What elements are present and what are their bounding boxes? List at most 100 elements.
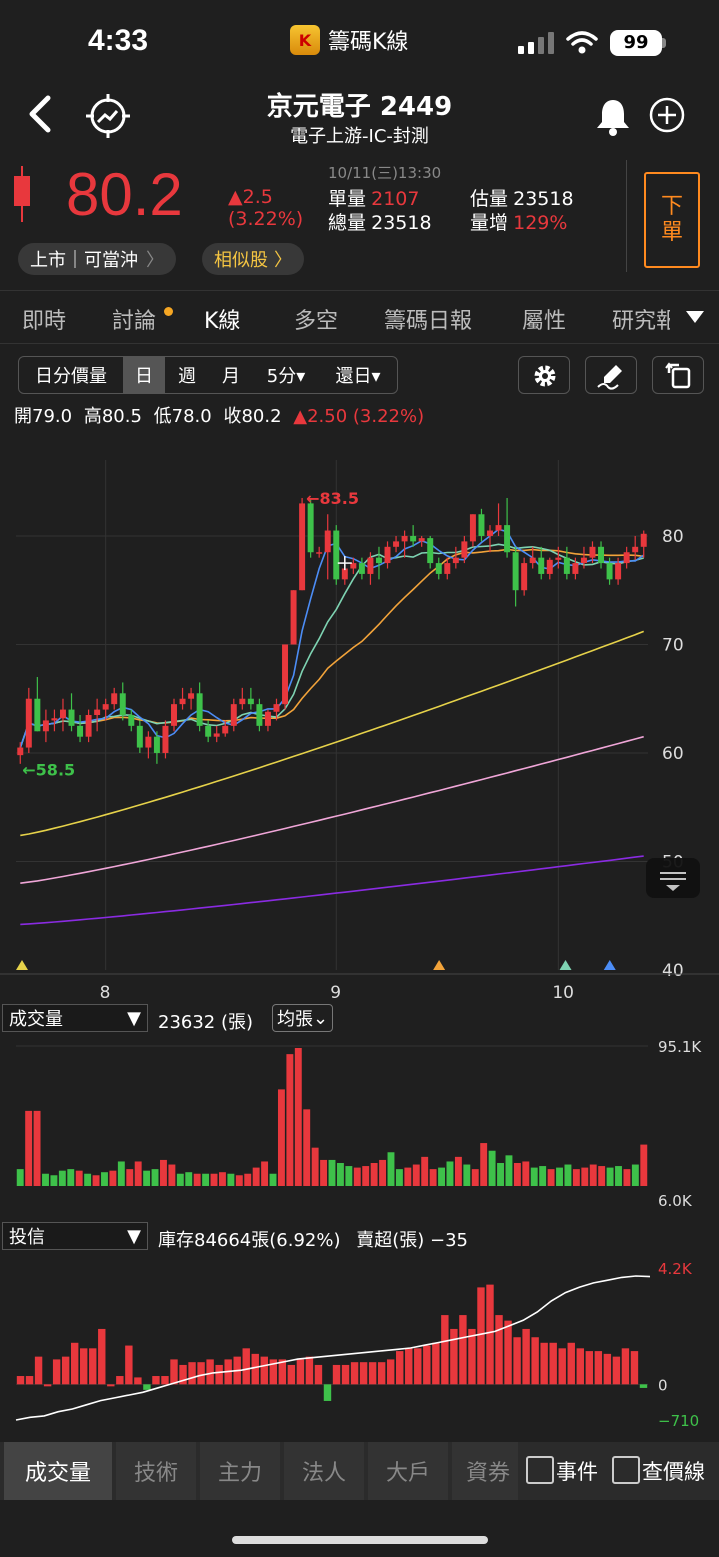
trust-bar <box>125 1345 133 1385</box>
candle-icon <box>14 166 30 222</box>
settings-button[interactable] <box>518 356 570 394</box>
trust-bar <box>477 1287 485 1385</box>
market-status-pill[interactable]: 上市｜可當沖 〉 <box>18 243 176 275</box>
trust-bar <box>314 1364 323 1385</box>
trust-bar <box>441 1315 449 1385</box>
candle-body <box>367 557 374 574</box>
candle-body <box>119 693 126 715</box>
period-intraday[interactable]: 日分價量 <box>19 357 123 393</box>
order-button[interactable]: 下 單 <box>644 172 700 268</box>
trust-bar <box>89 1348 97 1385</box>
volume-bar <box>33 1110 41 1186</box>
event-marker-icon <box>603 960 616 970</box>
period-5min[interactable]: 5分▾ <box>253 357 319 393</box>
indicator-tab-margin[interactable]: 資券 <box>452 1442 518 1500</box>
trust-chart[interactable]: 4.2K 0 −710 <box>0 1254 719 1434</box>
trust-bar <box>197 1362 205 1385</box>
volume-bar <box>244 1173 252 1186</box>
kline-chart[interactable]: 80706050408910←83.5←58.5 <box>0 430 719 1000</box>
volume-bar <box>294 1048 302 1186</box>
candle-body <box>188 693 195 699</box>
trust-bar <box>585 1351 594 1385</box>
volume-bar <box>185 1172 193 1186</box>
add-watchlist-icon[interactable] <box>648 96 686 134</box>
candle-body <box>77 725 84 737</box>
volume-bar <box>143 1170 151 1186</box>
tab-research[interactable]: 研究報 <box>612 303 670 335</box>
y-tick-label: 4.2K <box>658 1260 693 1278</box>
draw-button[interactable] <box>585 356 637 394</box>
trust-bar <box>323 1384 332 1401</box>
trust-bar <box>386 1359 395 1385</box>
volume-bar <box>429 1169 437 1186</box>
volume-bar <box>92 1175 100 1186</box>
events-label: 事件 <box>556 1460 598 1484</box>
indicator-tab-main-force[interactable]: 主力 <box>200 1442 280 1500</box>
volume-bar <box>252 1167 260 1186</box>
rotate-button[interactable] <box>652 356 704 394</box>
volume-bar <box>50 1175 58 1186</box>
volume-bar <box>379 1159 387 1186</box>
chevron-right-icon: 〉 <box>274 250 292 271</box>
price-change: ▲2.5 (3.22%) <box>228 186 303 230</box>
indicator-tab-technical[interactable]: 技術 <box>116 1442 196 1500</box>
price-line-label: 查價線 <box>642 1460 705 1484</box>
period-month[interactable]: 月 <box>209 357 253 393</box>
tab-bull-bear[interactable]: 多空 <box>294 303 338 335</box>
trust-bar <box>377 1362 386 1385</box>
y-tick-label: 0 <box>658 1376 668 1394</box>
volume-bar <box>572 1169 580 1186</box>
more-tabs-icon[interactable] <box>684 309 706 325</box>
tab-attributes[interactable]: 屬性 <box>522 303 566 335</box>
est-volume: 估量 23518 <box>470 184 574 211</box>
volume-indicator-label: 成交量 <box>9 1009 63 1030</box>
volume-bar <box>58 1170 66 1186</box>
trust-bar <box>558 1348 566 1385</box>
candle-body <box>17 747 24 756</box>
high-value: 80.5 <box>101 406 142 427</box>
volume-bar <box>505 1155 513 1186</box>
volume-indicator-select[interactable]: 成交量 ▼ <box>2 1004 148 1032</box>
volume-info: 23632 (張) <box>158 1012 254 1033</box>
avg-volume-toggle[interactable]: 均張 ⌄ <box>272 1004 334 1032</box>
trust-bar <box>405 1348 413 1385</box>
tab-realtime[interactable]: 即時 <box>22 303 66 335</box>
total-volume-value: 23518 <box>371 212 432 234</box>
candle-body <box>452 557 459 564</box>
chart-drag-handle[interactable] <box>646 858 700 898</box>
volume-bar <box>67 1169 75 1186</box>
bell-icon[interactable] <box>592 96 634 138</box>
candle-body <box>290 590 297 645</box>
volume-bar <box>16 1169 24 1186</box>
period-week[interactable]: 週 <box>165 357 209 393</box>
tab-discussion[interactable]: 討論 <box>112 303 156 335</box>
candle-body <box>572 563 579 574</box>
indicator-tab-big-holders[interactable]: 大戶 <box>368 1442 448 1500</box>
tab-kline[interactable]: K線 <box>204 303 240 335</box>
chevron-right-icon: 〉 <box>146 250 164 271</box>
high-label: 高 <box>83 406 102 427</box>
trust-holdings: 庫存84664張(6.92%) 賣超(張) −35 <box>158 1226 468 1252</box>
volume-bar <box>151 1169 159 1186</box>
similar-stocks-pill[interactable]: 相似股 〉 <box>202 243 304 275</box>
indicator-tab-volume[interactable]: 成交量 <box>4 1442 112 1500</box>
volume-bar <box>556 1167 563 1186</box>
events-checkbox[interactable] <box>526 1456 554 1484</box>
candle-body <box>504 525 511 553</box>
volume-bar <box>353 1167 361 1186</box>
indicator-tab-institutional[interactable]: 法人 <box>284 1442 364 1500</box>
period-day[interactable]: 日 <box>123 357 165 393</box>
volume-bar <box>210 1173 218 1186</box>
candle-body <box>393 541 400 547</box>
volume-bar <box>160 1159 167 1186</box>
institution-select[interactable]: 投信 ▼ <box>2 1222 148 1250</box>
volume-chart[interactable]: 95.1K 6.0K <box>0 1036 719 1216</box>
tab-chip-daily[interactable]: 籌碼日報 <box>384 303 472 335</box>
volume-bar <box>631 1164 639 1186</box>
adjust-restore[interactable]: 還日▾ <box>319 357 397 393</box>
candle-body <box>632 546 639 553</box>
volume-bar <box>75 1170 83 1186</box>
high-annotation: ←83.5 <box>306 489 359 508</box>
price-line-checkbox[interactable] <box>612 1456 640 1484</box>
trust-bar <box>80 1348 88 1385</box>
